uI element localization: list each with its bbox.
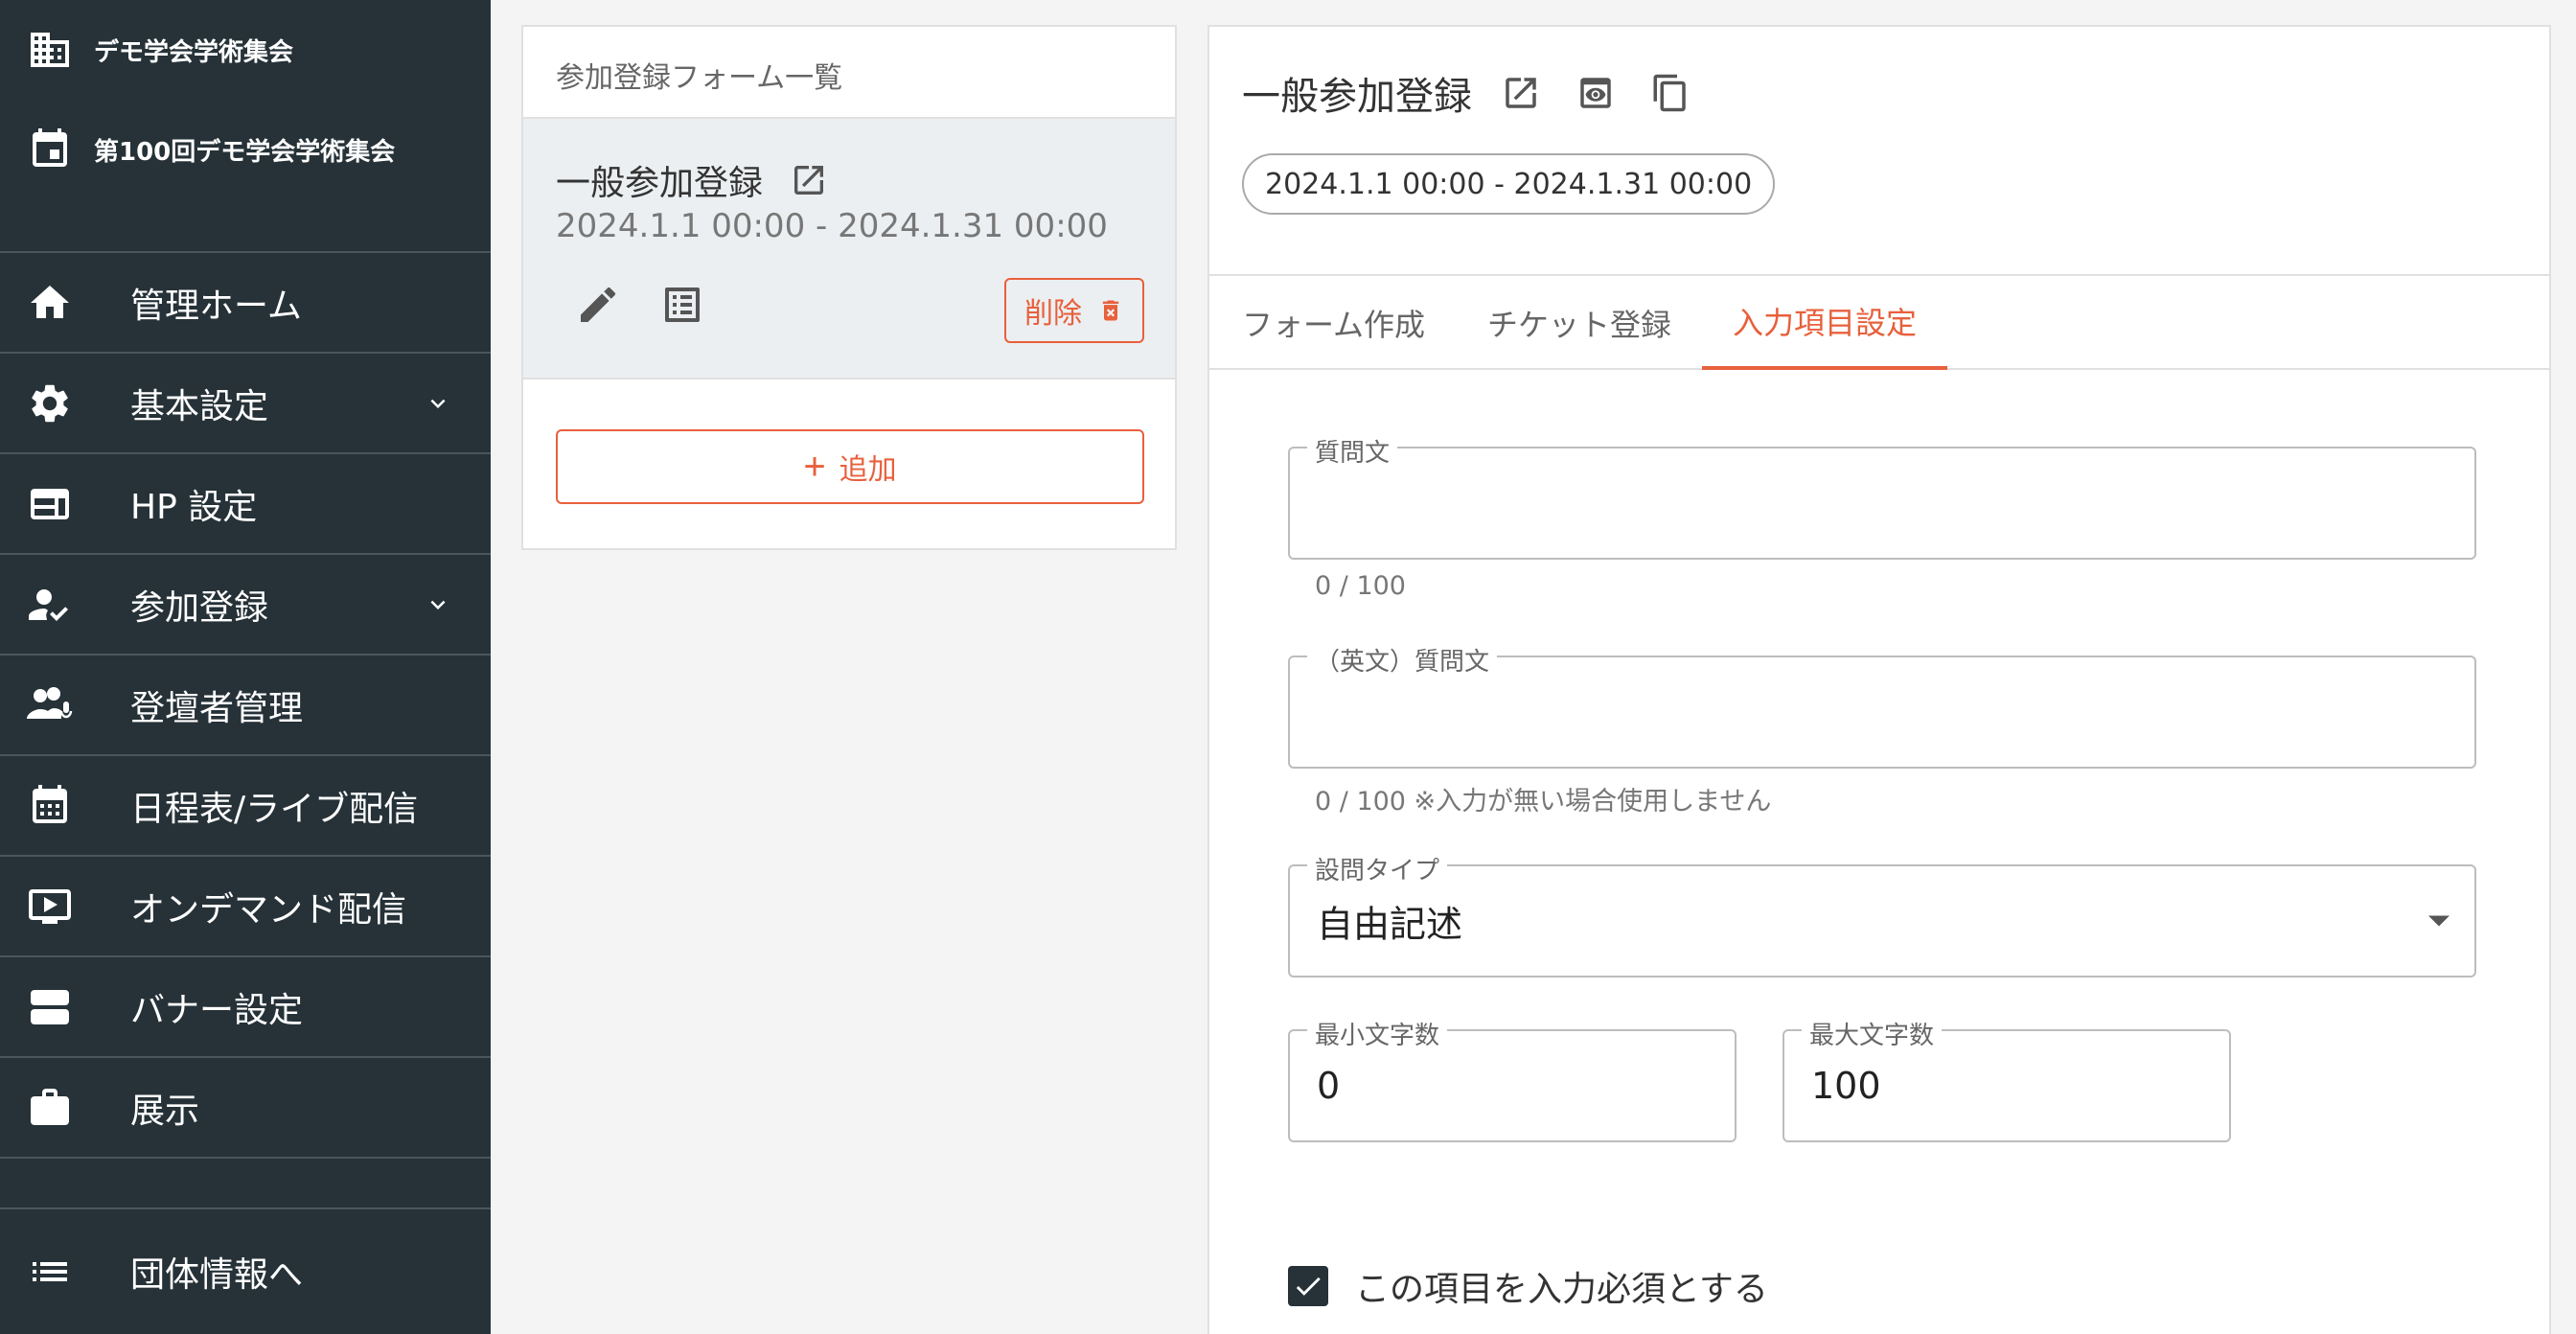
period-chip: 2024.1.1 00:00 - 2024.1.31 00:00: [1242, 153, 1776, 215]
question-en-counter: 0 / 100 ※入力が無い場合使用しません: [1315, 787, 1772, 816]
question-type-value: 自由記述: [1317, 903, 1463, 946]
sidebar-item-label: 基本設定: [130, 386, 269, 426]
calendar-icon: [25, 781, 75, 831]
tab-bar: フォーム作成 チケット登録 入力項目設定: [1209, 274, 2549, 370]
chevron-down-icon: [430, 600, 446, 610]
question-field[interactable]: 質問文: [1288, 433, 2476, 560]
sidebar-item-banner[interactable]: バナー設定: [0, 955, 491, 1056]
open-in-new-icon[interactable]: [1501, 73, 1541, 113]
tab-form-create[interactable]: フォーム作成: [1242, 276, 1425, 370]
sidebar-item-label: 展示: [130, 1091, 200, 1131]
required-checkbox[interactable]: [1288, 1266, 1328, 1306]
question-type-label: 設問タイプ: [1307, 851, 1448, 886]
banner-icon: [25, 982, 75, 1032]
org-name: デモ学会学術集会: [94, 37, 294, 67]
sidebar-item-exhibition[interactable]: 展示: [0, 1056, 491, 1157]
plus-icon: +: [803, 446, 826, 488]
building-icon: [31, 33, 69, 67]
add-label: 追加: [839, 454, 897, 486]
edit-icon[interactable]: [575, 282, 621, 328]
sidebar-item-label: 団体情報へ: [130, 1255, 304, 1295]
tab-input-settings[interactable]: 入力項目設定: [1702, 276, 1948, 370]
list-alt-icon[interactable]: [659, 282, 705, 328]
chevron-down-icon: [430, 399, 446, 408]
question-en-label: （英文）質問文: [1307, 642, 1498, 678]
detail-title-row: 一般参加登録: [1242, 65, 1690, 121]
tab-ticket-register[interactable]: チケット登録: [1487, 276, 1671, 370]
trash-icon: [1102, 300, 1119, 321]
form-tools: [575, 282, 705, 328]
video-icon: [25, 882, 75, 932]
min-chars-label: 最小文字数: [1307, 1016, 1448, 1051]
sidebar-item-label: オンデマンド配信: [130, 889, 407, 930]
check-icon: [1296, 1276, 1321, 1296]
speaker-icon: [25, 680, 75, 730]
delete-label: 削除: [1024, 298, 1082, 330]
copy-icon[interactable]: [1650, 73, 1690, 113]
event-name: 第100回デモ学会学術集会: [94, 137, 396, 167]
sidebar-item-speakers[interactable]: 登壇者管理: [0, 654, 491, 754]
form-name: 一般参加登録: [556, 164, 764, 203]
detail-title: 一般参加登録: [1242, 75, 1472, 119]
sidebar-item-label: 参加登録: [130, 587, 269, 628]
preview-icon[interactable]: [1576, 73, 1616, 113]
question-type-select[interactable]: 設問タイプ 自由記述: [1288, 851, 2476, 978]
sidebar-item-home[interactable]: 管理ホーム: [0, 251, 491, 352]
sidebar-item-label: 管理ホーム: [130, 286, 302, 326]
sidebar-item-label: 登壇者管理: [130, 688, 304, 728]
required-checkbox-row[interactable]: この項目を入力必須とする: [1288, 1261, 1768, 1311]
add-form-button[interactable]: + 追加: [556, 429, 1144, 504]
briefcase-icon: [25, 1083, 75, 1133]
required-label: この項目を入力必須とする: [1355, 1270, 1768, 1309]
min-chars-field[interactable]: 最小文字数 0: [1288, 1016, 1736, 1142]
gear-icon: [25, 379, 75, 428]
dropdown-arrow-icon: [2428, 915, 2450, 927]
event-calendar-icon: [33, 128, 67, 167]
person-check-icon: [25, 580, 75, 630]
max-chars-value: 100: [1811, 1065, 1881, 1107]
form-list-item[interactable]: 一般参加登録 2024.1.1 00:00 - 2024.1.31 00:00 …: [523, 119, 1175, 380]
form-list-panel: 参加登録フォーム一覧 一般参加登録 2024.1.1 00:00 - 2024.…: [521, 25, 1177, 550]
question-en-field[interactable]: （英文）質問文: [1288, 642, 2476, 769]
sidebar-item-hp-settings[interactable]: HP 設定: [0, 452, 491, 553]
question-label: 質問文: [1307, 433, 1398, 469]
question-counter: 0 / 100: [1315, 571, 1406, 601]
form-detail-panel: 一般参加登録 2024.1.1 00:00 - 2024.1.31 00:00 …: [1208, 25, 2551, 1334]
sidebar-item-registration[interactable]: 参加登録: [0, 553, 491, 654]
sidebar-item-label: バナー設定: [130, 990, 304, 1030]
detail-title-actions: [1501, 73, 1690, 113]
sidebar-item-basic-settings[interactable]: 基本設定: [0, 352, 491, 452]
sidebar-divider: [0, 1157, 491, 1210]
sidebar-nav: 管理ホーム 基本設定 HP 設定 参加登録 登壇者管理 日程表/ライブ配信 オン…: [0, 251, 491, 1210]
form-period: 2024.1.1 00:00 - 2024.1.31 00:00: [556, 207, 1108, 245]
form-name-row: 一般参加登録: [556, 155, 828, 205]
min-chars-value: 0: [1317, 1065, 1341, 1107]
sidebar-item-schedule[interactable]: 日程表/ライブ配信: [0, 754, 491, 855]
max-chars-label: 最大文字数: [1802, 1016, 1943, 1051]
sidebar: デモ学会学術集会 第100回デモ学会学術集会 管理ホーム 基本設定 HP 設定 …: [0, 0, 491, 1334]
sidebar-item-label: 日程表/ライブ配信: [130, 789, 419, 829]
sidebar-item-ondemand[interactable]: オンデマンド配信: [0, 855, 491, 955]
home-icon: [25, 278, 75, 328]
form-list-title: 参加登録フォーム一覧: [523, 27, 1175, 119]
web-layout-icon: [25, 479, 75, 529]
org-header[interactable]: デモ学会学術集会: [0, 0, 491, 100]
event-header[interactable]: 第100回デモ学会学術集会: [0, 100, 491, 199]
max-chars-field[interactable]: 最大文字数 100: [1782, 1016, 2231, 1142]
open-in-new-icon[interactable]: [790, 161, 828, 199]
delete-button[interactable]: 削除: [1004, 278, 1144, 343]
list-icon: [25, 1247, 75, 1297]
sidebar-item-org-info[interactable]: 団体情報へ: [0, 1208, 491, 1334]
sidebar-item-label: HP 設定: [130, 487, 258, 527]
